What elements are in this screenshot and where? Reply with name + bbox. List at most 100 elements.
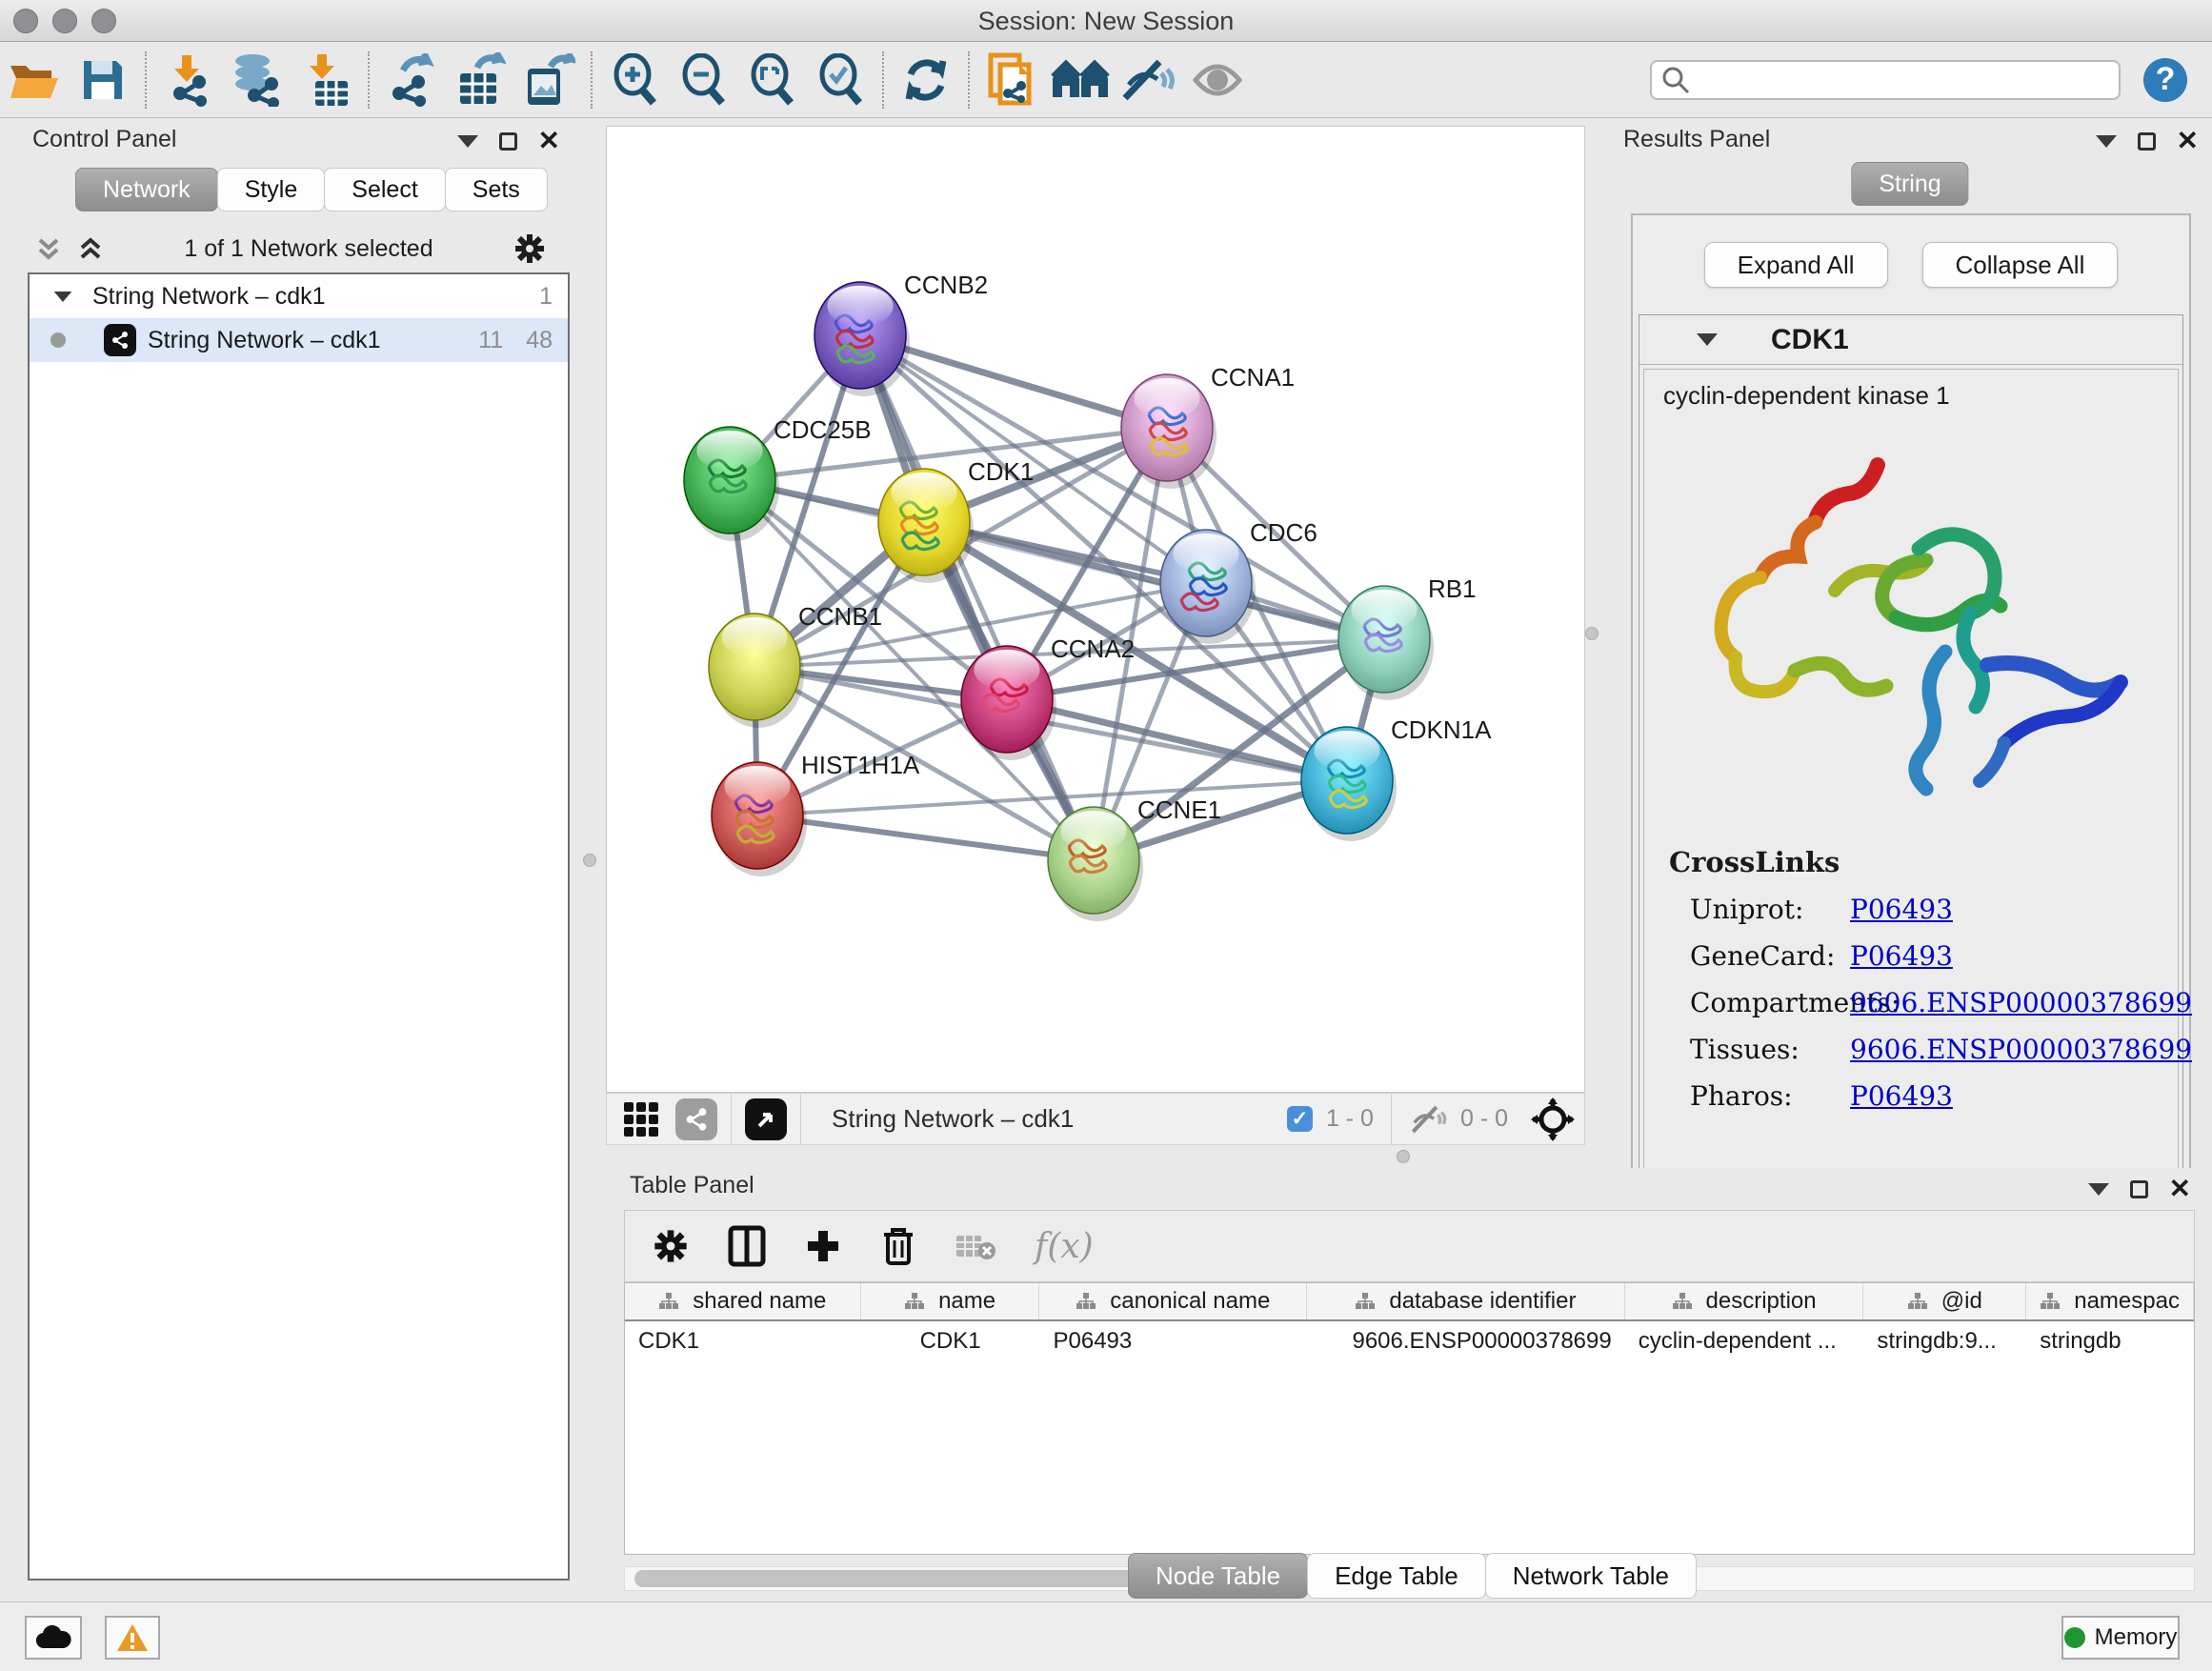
zoom-in-button[interactable]: [600, 50, 669, 111]
network-collection-row[interactable]: String Network – cdk1 1: [30, 274, 568, 318]
table-cell[interactable]: CDK1: [861, 1328, 1040, 1355]
control-panel-title: Control Panel: [32, 126, 176, 153]
section-collapse-icon[interactable]: [1697, 333, 1718, 346]
tab-node-table[interactable]: Node Table: [1128, 1553, 1308, 1599]
crosslink-link[interactable]: P06493: [1850, 1080, 1953, 1112]
crosshair-icon[interactable]: [1531, 1097, 1575, 1141]
import-network-file-button[interactable]: [154, 50, 223, 111]
table-cell[interactable]: stringdb: [2026, 1328, 2194, 1355]
tab-sets[interactable]: Sets: [445, 168, 548, 211]
column-header-canonical-name[interactable]: canonical name: [1039, 1283, 1307, 1319]
show-all-button[interactable]: [1183, 50, 1252, 111]
tab-edge-table[interactable]: Edge Table: [1307, 1553, 1486, 1599]
zoom-selected-button[interactable]: [806, 50, 875, 111]
duplicate-network-button[interactable]: [977, 50, 1046, 111]
crosslink-link[interactable]: 9606.ENSP00000378699: [1850, 987, 2192, 1018]
save-session-button[interactable]: [69, 50, 137, 111]
tab-network-table[interactable]: Network Table: [1485, 1553, 1697, 1599]
string-view-icon[interactable]: [675, 1098, 717, 1140]
crosslink-link[interactable]: 9606.ENSP00000378699: [1850, 1034, 2192, 1065]
network-node-CCNE1[interactable]: CCNE1: [1048, 795, 1221, 921]
show-columns-icon[interactable]: [728, 1225, 766, 1267]
expand-all-button[interactable]: Expand All: [1704, 242, 1888, 288]
import-network-database-button[interactable]: [223, 50, 292, 111]
tree-expand-icon[interactable]: [54, 291, 72, 301]
scrollbar-thumb[interactable]: [634, 1570, 1187, 1587]
tab-style[interactable]: Style: [217, 168, 326, 211]
column-header-namespac[interactable]: namespac: [2026, 1283, 2194, 1319]
export-table-button[interactable]: [446, 50, 514, 111]
column-header-name[interactable]: name: [861, 1283, 1040, 1319]
network-node-CDC6[interactable]: CDC6: [1160, 518, 1317, 644]
column-type-icon: [904, 1292, 925, 1311]
float-panel-icon[interactable]: [2138, 132, 2156, 151]
hidden-eye-slash-icon[interactable]: [1409, 1103, 1447, 1136]
collapse-all-icon[interactable]: [34, 234, 63, 263]
network-node-RB1[interactable]: RB1: [1338, 574, 1477, 700]
gene-section-header[interactable]: CDK1: [1639, 315, 2182, 365]
tab-string[interactable]: String: [1851, 162, 1968, 206]
network-node-CDKN1A[interactable]: CDKN1A: [1301, 715, 1492, 841]
table-cell[interactable]: cyclin-dependent ...: [1625, 1328, 1864, 1355]
birds-eye-view-icon[interactable]: [620, 1098, 662, 1140]
table-cell[interactable]: CDK1: [625, 1328, 861, 1355]
string-network-graph[interactable]: CCNB2CCNA1CDC25BCDK1CDC6RB1CCNB1CCNA2CDK…: [607, 127, 1584, 1092]
warnings-button[interactable]: [105, 1616, 160, 1660]
column-header-description[interactable]: description: [1625, 1283, 1864, 1319]
float-panel-icon[interactable]: [2130, 1180, 2148, 1198]
table-cell[interactable]: P06493: [1039, 1328, 1307, 1355]
tab-network[interactable]: Network: [75, 168, 218, 211]
toolbar-separator: [145, 51, 147, 109]
close-panel-icon[interactable]: ✕: [2177, 128, 2199, 154]
close-panel-icon[interactable]: ✕: [2169, 1176, 2191, 1202]
zoom-out-button[interactable]: [669, 50, 737, 111]
crosslink-label: GeneCard:: [1669, 940, 1850, 972]
collapse-panel-icon[interactable]: [2088, 1183, 2109, 1196]
table-cell[interactable]: 9606.ENSP00000378699: [1307, 1328, 1625, 1355]
network-node-CDC25B[interactable]: CDC25B: [684, 415, 872, 541]
first-neighbors-button[interactable]: [1046, 50, 1115, 111]
bottom-splitter-handle[interactable]: [1397, 1150, 1410, 1163]
expand-all-icon[interactable]: [76, 234, 105, 263]
tab-select[interactable]: Select: [324, 168, 445, 211]
table-row[interactable]: CDK1CDK1P064939606.ENSP00000378699cyclin…: [625, 1321, 2194, 1361]
crosslink-link[interactable]: P06493: [1850, 940, 1953, 972]
collapse-all-button[interactable]: Collapse All: [1922, 242, 2119, 288]
column-header-shared-name[interactable]: shared name: [625, 1283, 861, 1319]
node-table[interactable]: shared namenamecanonical namedatabase id…: [624, 1282, 2195, 1555]
right-splitter-handle[interactable]: [1585, 627, 1599, 640]
collapse-panel-icon[interactable]: [2096, 135, 2117, 148]
network-edge[interactable]: [757, 815, 1094, 860]
column-header-@id[interactable]: @id: [1863, 1283, 2026, 1319]
hide-selected-button[interactable]: [1115, 50, 1183, 111]
close-panel-icon[interactable]: ✕: [538, 128, 560, 154]
network-canvas[interactable]: CCNB2CCNA1CDC25BCDK1CDC6RB1CCNB1CCNA2CDK…: [606, 126, 1585, 1093]
collapse-panel-icon[interactable]: [457, 135, 478, 148]
apply-layout-button[interactable]: [892, 50, 960, 111]
float-panel-icon[interactable]: [499, 132, 517, 151]
selected-checkbox-icon[interactable]: ✓: [1287, 1106, 1313, 1132]
network-node-CCNB2[interactable]: CCNB2: [814, 271, 988, 396]
left-splitter-handle[interactable]: [583, 854, 596, 867]
network-node-CCNB1[interactable]: CCNB1: [709, 602, 882, 728]
export-network-button[interactable]: [377, 50, 446, 111]
open-session-button[interactable]: [0, 50, 69, 111]
fit-content-button[interactable]: [737, 50, 806, 111]
network-row[interactable]: String Network – cdk1 11 48: [30, 318, 568, 362]
memory-button[interactable]: Memory: [2061, 1616, 2180, 1660]
help-button[interactable]: ?: [2143, 58, 2187, 102]
search-field[interactable]: [1650, 60, 2121, 100]
import-table-file-button[interactable]: [292, 50, 360, 111]
network-edge[interactable]: [860, 335, 1094, 860]
crosslink-link[interactable]: P06493: [1850, 894, 1953, 925]
column-header-database-identifier[interactable]: database identifier: [1307, 1283, 1625, 1319]
delete-column-trash-icon[interactable]: [880, 1225, 916, 1267]
gear-icon[interactable]: [513, 232, 547, 266]
add-column-plus-icon[interactable]: [804, 1227, 842, 1265]
cloud-button[interactable]: [25, 1616, 82, 1660]
table-settings-gear-icon[interactable]: [652, 1227, 690, 1265]
open-in-window-icon[interactable]: [745, 1098, 787, 1140]
table-cell[interactable]: stringdb:9...: [1863, 1328, 2026, 1355]
export-image-button[interactable]: [514, 50, 583, 111]
search-input[interactable]: [1690, 67, 2100, 93]
